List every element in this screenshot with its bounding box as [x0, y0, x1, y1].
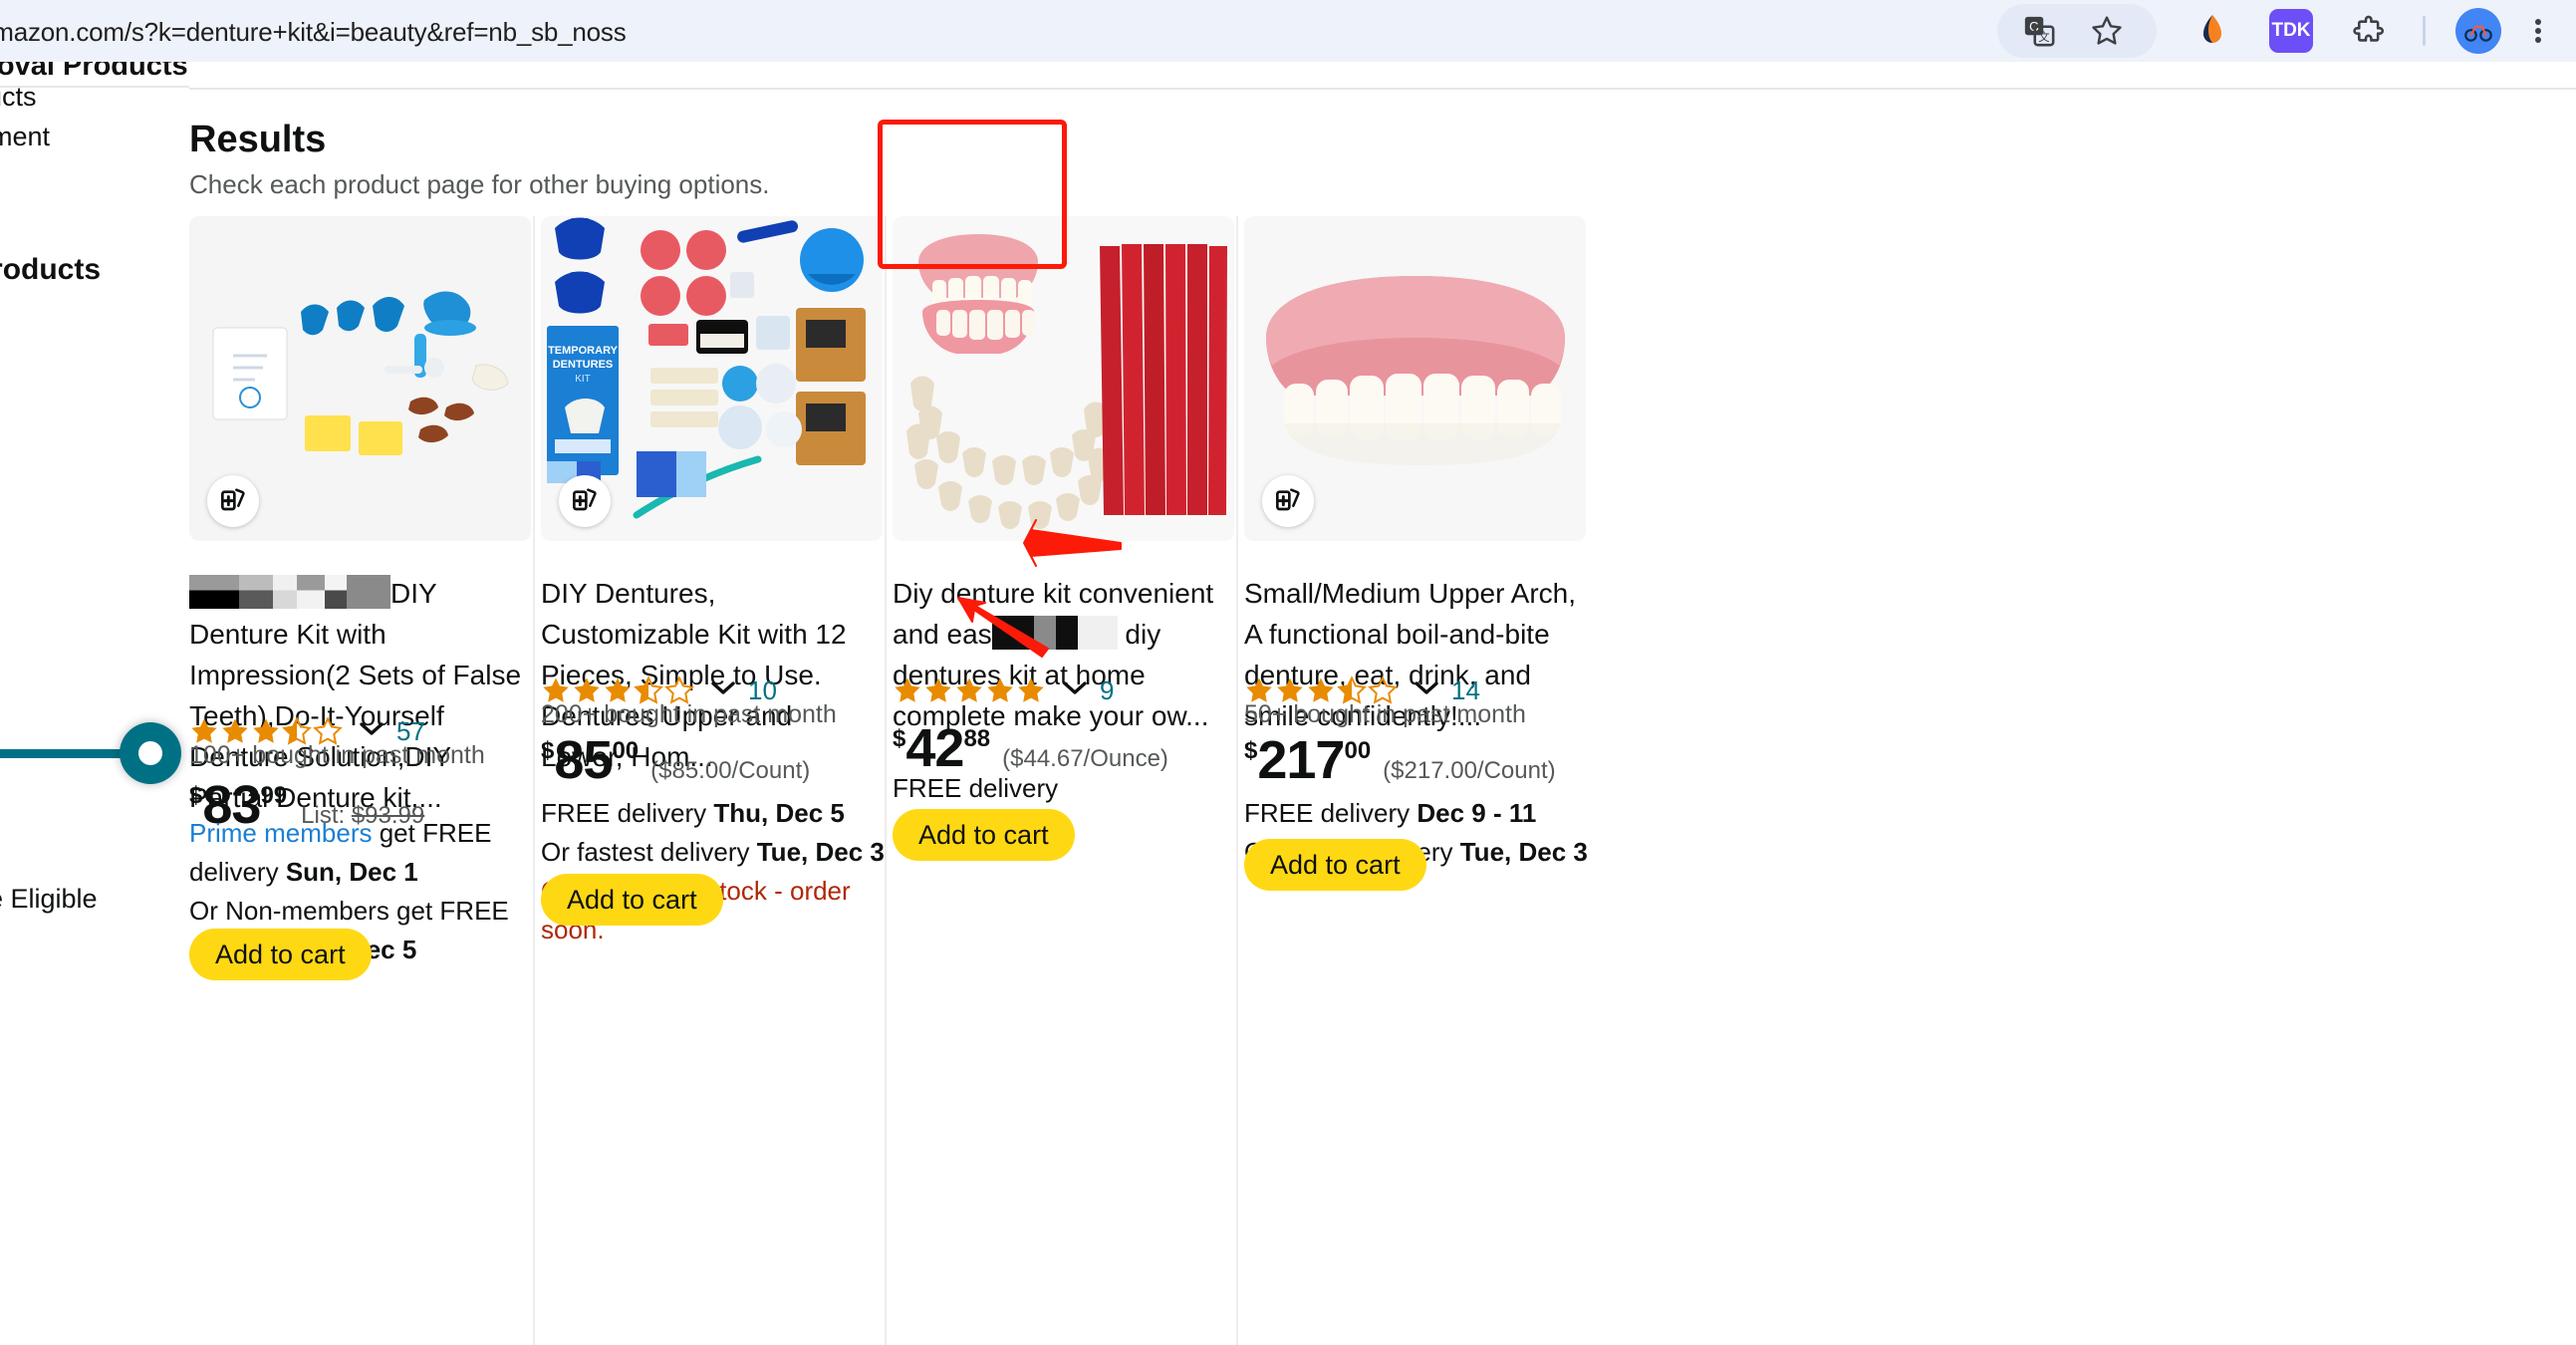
- chevron-down-icon[interactable]: [710, 680, 736, 701]
- sidebar-item-eligible[interactable]: e Eligible: [0, 884, 98, 915]
- results-subtitle: Check each product page for other buying…: [189, 169, 770, 199]
- url-text[interactable]: amazon.com/s?k=denture+kit&i=beauty&ref=…: [0, 17, 627, 48]
- price-fraction: 88: [963, 725, 991, 752]
- address-bar[interactable]: amazon.com/s?k=denture+kit&i=beauty&ref=…: [0, 4, 2152, 58]
- chevron-down-icon[interactable]: [1414, 680, 1439, 701]
- extensions-puzzle-icon[interactable]: [2343, 0, 2395, 62]
- sidebar-item-products[interactable]: roducts: [0, 82, 37, 113]
- translate-icon[interactable]: G 文: [2014, 0, 2064, 62]
- sidebar-item-equipment[interactable]: uipment: [0, 122, 50, 152]
- add-to-cart-button[interactable]: Add to cart: [1244, 839, 1426, 891]
- product-card[interactable]: TEMPORARY DENTURES KIT DIY Dentures, Cus…: [541, 216, 885, 1345]
- product-grid: DIY Denture Kit with Impression(2 Sets o…: [189, 216, 2576, 1345]
- price-currency: $: [189, 782, 203, 809]
- delivery-line: FREE delivery Dec 9 - 11: [1244, 798, 1537, 828]
- sidebar-section-heading: ty Products: [0, 253, 102, 286]
- bookmark-star-icon[interactable]: [2082, 0, 2132, 62]
- add-to-cart-button[interactable]: Add to cart: [541, 874, 723, 926]
- delivery-date: Dec 9 - 11: [1417, 798, 1537, 828]
- product-card[interactable]: Diy denture kit convenient and eas diy d…: [893, 216, 1234, 1345]
- price-fraction: 00: [612, 737, 640, 764]
- svg-text:文: 文: [2038, 30, 2049, 44]
- product-image[interactable]: [1244, 216, 1586, 541]
- add-to-cart-button[interactable]: Add to cart: [893, 809, 1075, 861]
- price-currency: $: [893, 725, 906, 752]
- menu-dot: [2535, 28, 2541, 34]
- sentry-extension-icon[interactable]: [2187, 0, 2238, 62]
- product-image[interactable]: [189, 216, 531, 541]
- add-to-cart-button[interactable]: Add to cart: [189, 929, 372, 980]
- product-price: $217 00 ($217.00/Count): [1244, 729, 1556, 791]
- product-image[interactable]: TEMPORARY DENTURES KIT: [541, 216, 883, 541]
- card-divider: [533, 216, 535, 1345]
- price-slider-handle[interactable]: [120, 722, 181, 784]
- compare-add-icon[interactable]: [207, 475, 259, 527]
- delivery-line: Or fastest delivery Tue, Dec 3: [541, 837, 885, 867]
- price-per-unit: ($217.00/Count): [1383, 757, 1556, 784]
- menu-dot: [2535, 37, 2541, 43]
- prime-members-link[interactable]: Prime members: [189, 818, 372, 848]
- product-title[interactable]: Diy denture kit convenient and eas diy d…: [893, 573, 1227, 736]
- recent-purchases: 50+ bought in past month: [1244, 700, 1526, 728]
- price-fraction: 00: [1344, 737, 1372, 764]
- tdk-extension-icon[interactable]: TDK: [2263, 0, 2319, 62]
- search-results-region: Results Check each product page for othe…: [189, 62, 2576, 1345]
- browser-toolbar: amazon.com/s?k=denture+kit&i=beauty&ref=…: [0, 0, 2576, 62]
- delivery-info: FREE delivery: [893, 769, 1236, 808]
- product-card[interactable]: Small/Medium Upper Arch, A functional bo…: [1244, 216, 1588, 1345]
- price-whole: 85: [554, 730, 613, 790]
- review-count[interactable]: 9: [1100, 675, 1114, 706]
- delivery-line: FREE delivery: [893, 773, 1059, 803]
- delivery-date: Thu, Dec 5: [713, 798, 845, 828]
- chevron-down-icon[interactable]: [1062, 680, 1088, 701]
- product-price: $85 00 ($85.00/Count): [541, 729, 810, 791]
- svg-text:DENTURES: DENTURES: [553, 359, 614, 371]
- toolbar-divider: [2423, 16, 2426, 46]
- compare-add-icon[interactable]: [559, 475, 611, 527]
- delivery-date: Sun, Dec 1: [285, 857, 418, 887]
- price-fraction: 99: [260, 782, 288, 809]
- delivery-date: Tue, Dec 3: [756, 837, 885, 867]
- profile-avatar[interactable]: [2450, 0, 2506, 62]
- sidebar-item-removal-products[interactable]: Removal Products: [0, 62, 188, 83]
- product-card[interactable]: DIY Denture Kit with Impression(2 Sets o…: [189, 216, 531, 1345]
- svg-text:TEMPORARY: TEMPORARY: [548, 345, 619, 357]
- delivery-line: FREE delivery Thu, Dec 5: [541, 798, 845, 828]
- card-divider: [885, 216, 887, 1345]
- delivery-info: FREE delivery Thu, Dec 5 Or fastest deliv…: [541, 794, 885, 949]
- chrome-menu-icon[interactable]: [2518, 0, 2558, 62]
- bicycle-icon: [2464, 25, 2492, 42]
- chevron-down-icon[interactable]: [359, 721, 385, 742]
- svg-text:KIT: KIT: [575, 374, 591, 385]
- delivery-date: Tue, Dec 3: [1459, 837, 1588, 867]
- menu-dot: [2535, 19, 2541, 25]
- price-currency: $: [1244, 737, 1258, 764]
- compare-add-icon[interactable]: [1262, 475, 1314, 527]
- recent-purchases: 200+ bought in past month: [541, 700, 837, 728]
- product-rating[interactable]: 9: [893, 673, 1114, 707]
- star-rating-icon: [893, 675, 1052, 705]
- page-title: Results: [189, 119, 327, 160]
- tdk-label: TDK: [2271, 20, 2311, 41]
- results-divider: [189, 88, 2576, 90]
- price-per-unit: ($85.00/Count): [650, 757, 811, 784]
- price-whole: 217: [1257, 730, 1345, 790]
- filters-sidebar: Removal Products roducts uipment ty Prod…: [0, 62, 189, 1345]
- delivery-line: Prime members get FREE delivery Sun, Dec…: [189, 818, 492, 887]
- recent-purchases: 100+ bought in past month: [189, 741, 485, 769]
- price-currency: $: [541, 737, 555, 764]
- product-image[interactable]: [893, 216, 1234, 541]
- card-divider: [1236, 216, 1238, 1345]
